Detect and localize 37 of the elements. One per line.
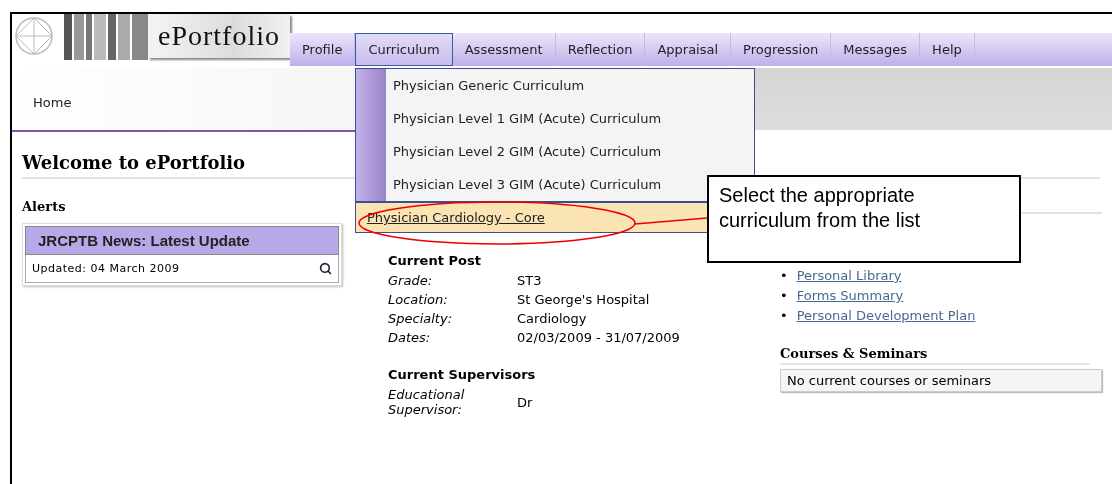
nav-tab[interactable]: Messages [831,33,921,66]
nav-tab[interactable]: Reflection [555,33,646,66]
link[interactable]: Forms Summary [796,286,904,306]
field-label: Grade: [388,273,433,288]
field-label: Location: [388,292,449,307]
field-value: St George's Hospital [517,292,651,307]
menu-item[interactable]: Physician Generic Curriculum [356,69,707,102]
field-label: Dates: [388,330,432,345]
alerts-heading: Alerts [22,199,67,214]
menu-item[interactable]: Physician Cardiology - Core [356,201,707,232]
nav-tab[interactable]: Help [920,33,975,66]
bullet: • [780,307,788,325]
callout-tooltip: Select the appropriate curriculum from the list [707,175,1021,263]
field-label: Specialty: [388,311,453,326]
field-label: Educational Supervisor: [388,387,466,417]
link[interactable]: Personal Development Plan [796,306,976,326]
field-value: Cardiology [517,311,588,326]
bullet: • [780,287,788,305]
alert-title: JRCPTB News: Latest Update [25,226,339,255]
home-link[interactable]: Home [33,94,72,110]
empty-message: No current courses or seminars [780,369,1102,392]
field-value: Dr [517,394,534,410]
nav-tab[interactable]: Appraisal [645,33,732,66]
field-value: 02/03/2009 - 31/07/2009 [517,330,681,345]
link[interactable]: Personal Library [796,266,902,286]
search-icon[interactable] [319,262,332,275]
menu-item[interactable]: Physician Level 1 GIM (Acute) Curriculum [356,102,707,135]
field-value: ST3 [517,273,543,288]
courses-heading: Courses & Seminars [780,346,1090,365]
section-heading: Current Post [388,253,482,268]
alert-date: Updated: 04 March 2009 [32,262,180,275]
nav-tab[interactable]: Curriculum [355,33,453,66]
bullet: • [780,267,788,285]
nav-tab[interactable]: Assessment [452,33,556,66]
logo-wordmark: ePortfolio [148,14,290,58]
section-heading: Current Supervisors [388,367,537,382]
nav-tab[interactable]: Progression [731,33,832,66]
